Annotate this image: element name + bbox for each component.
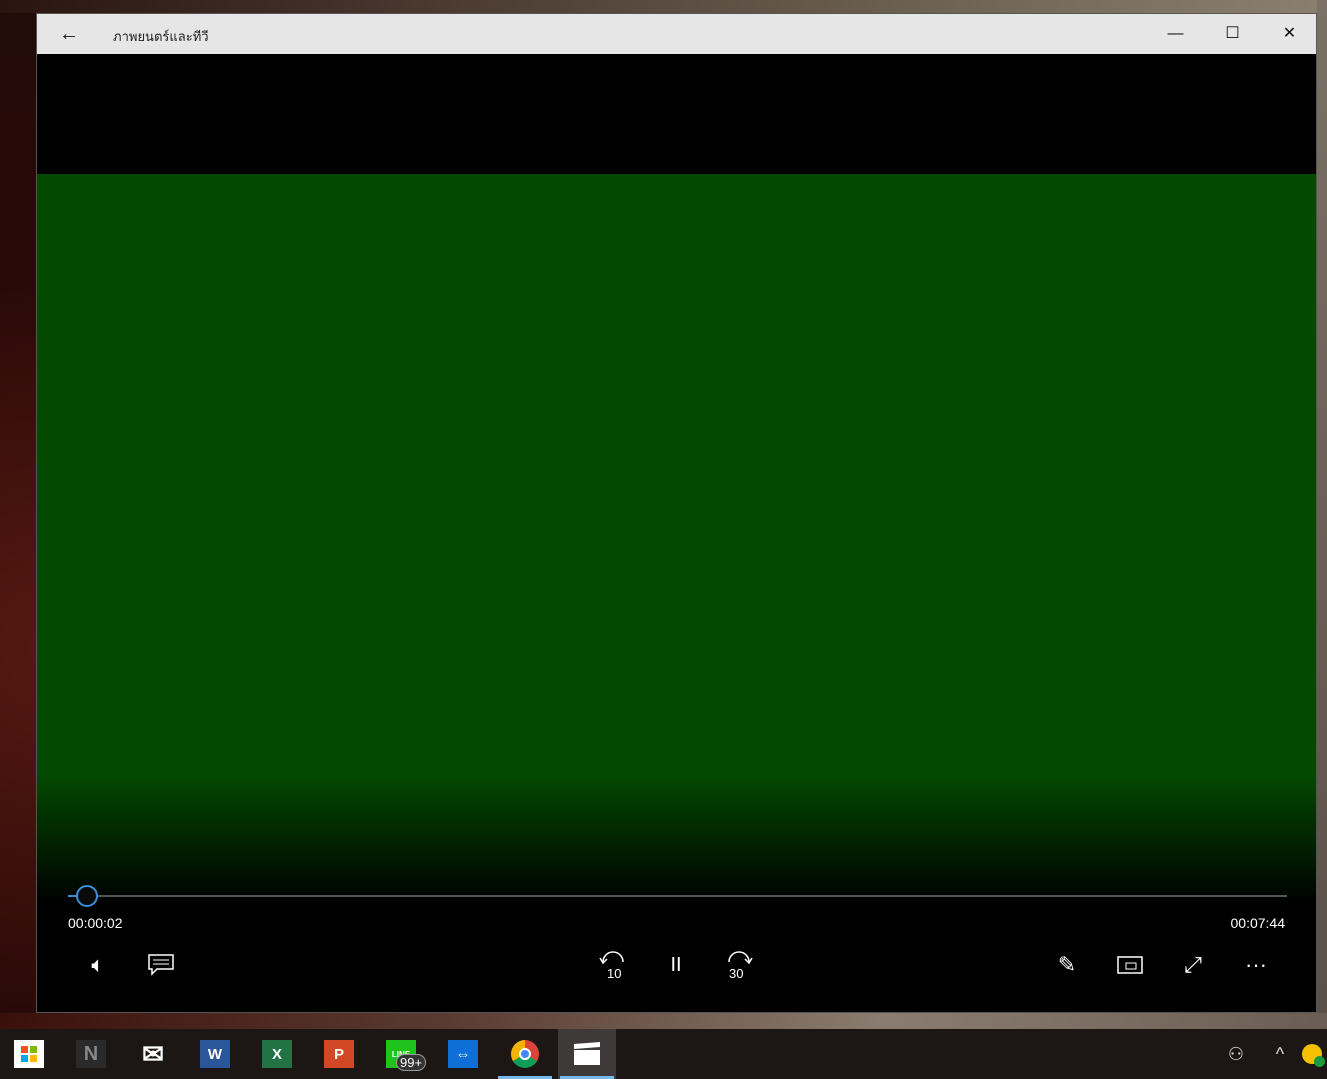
desktop-wallpaper [0, 0, 1327, 13]
fullscreen-icon: ⤢ [1184, 952, 1202, 977]
powerpoint-icon: P [324, 1040, 354, 1068]
pause-button[interactable]: II [651, 943, 701, 987]
taskbar-line[interactable]: LINE99+ [372, 1029, 430, 1079]
store-icon [14, 1040, 44, 1068]
taskbar-movies-tv[interactable] [558, 1029, 616, 1079]
seek-bar[interactable] [68, 885, 1287, 907]
svg-text:30: 30 [729, 966, 743, 980]
seek-thumb[interactable] [76, 885, 98, 907]
fullscreen-button[interactable]: ⤢ [1168, 943, 1218, 987]
excel-icon: X [262, 1040, 292, 1068]
edit-button[interactable]: ✎ [1042, 943, 1092, 987]
player-controls: 00:00:02 00:07:44 🔈︎ 10 II 30 ✎ ⤢ ··· [37, 885, 1316, 1014]
skip-forward-30-icon: 30 [728, 951, 753, 980]
window-title: ภาพยนตร์และทีวี [113, 29, 209, 44]
more-icon: ··· [1245, 952, 1267, 977]
volume-button[interactable]: 🔈︎ [73, 943, 123, 987]
taskbar-word[interactable]: W [186, 1029, 244, 1079]
captions-icon [148, 954, 174, 976]
mini-view-button[interactable] [1105, 943, 1155, 987]
skip-forward-button[interactable]: 30 [714, 943, 764, 987]
title-bar: ← ภาพยนตร์และทีวี — ☐ ✕ [37, 14, 1316, 54]
movies-tv-window: ← ภาพยนตร์และทีวี — ☐ ✕ 00:00:02 00:07:4… [36, 13, 1317, 1013]
people-button[interactable]: ⚇ [1220, 1029, 1252, 1079]
clapperboard-icon [572, 1040, 602, 1068]
show-hidden-icons-button[interactable]: ^ [1266, 1029, 1294, 1079]
desktop-wallpaper [0, 1013, 1327, 1029]
current-time: 00:00:02 [68, 915, 123, 931]
norton-check-icon [1302, 1044, 1325, 1067]
mini-view-icon [1117, 956, 1143, 974]
video-area[interactable] [37, 174, 1316, 904]
pause-icon: II [670, 953, 682, 976]
skip-back-10-icon: 10 [599, 951, 624, 980]
teamviewer-icon: ⇔ [448, 1040, 478, 1068]
people-icon: ⚇ [1227, 1043, 1245, 1064]
taskbar-chrome[interactable] [496, 1029, 554, 1079]
total-time: 00:07:44 [1230, 915, 1286, 931]
captions-button[interactable] [136, 943, 186, 987]
word-icon: W [200, 1040, 230, 1068]
taskbar-excel[interactable]: X [248, 1029, 306, 1079]
close-button[interactable]: ✕ [1261, 14, 1318, 54]
minimize-button[interactable]: — [1147, 14, 1204, 54]
back-button[interactable]: ← [51, 22, 87, 46]
taskbar-teamviewer[interactable]: ⇔ [434, 1029, 492, 1079]
taskbar-store[interactable] [0, 1029, 58, 1079]
pencil-icon: ✎ [1057, 952, 1077, 977]
tray-app-button[interactable] [1298, 1029, 1326, 1079]
chrome-icon [511, 1040, 539, 1068]
desktop-wallpaper [1317, 0, 1327, 1029]
chevron-up-icon: ^ [1275, 1043, 1285, 1064]
n-app-icon: N [76, 1040, 106, 1068]
taskbar-powerpoint[interactable]: P [310, 1029, 368, 1079]
svg-text:10: 10 [607, 966, 621, 980]
taskbar-n-app[interactable]: N [62, 1029, 120, 1079]
maximize-button[interactable]: ☐ [1204, 14, 1261, 54]
volume-icon: 🔈︎ [91, 952, 105, 977]
notification-badge: 99+ [396, 1054, 427, 1071]
skip-back-button[interactable]: 10 [588, 943, 638, 987]
mail-icon: ✉ [142, 1038, 164, 1069]
more-button[interactable]: ··· [1231, 943, 1281, 987]
taskbar: N ✉ W X P LINE99+ ⇔ ⚇ ^ [0, 1029, 1327, 1079]
taskbar-mail[interactable]: ✉ [124, 1029, 182, 1079]
